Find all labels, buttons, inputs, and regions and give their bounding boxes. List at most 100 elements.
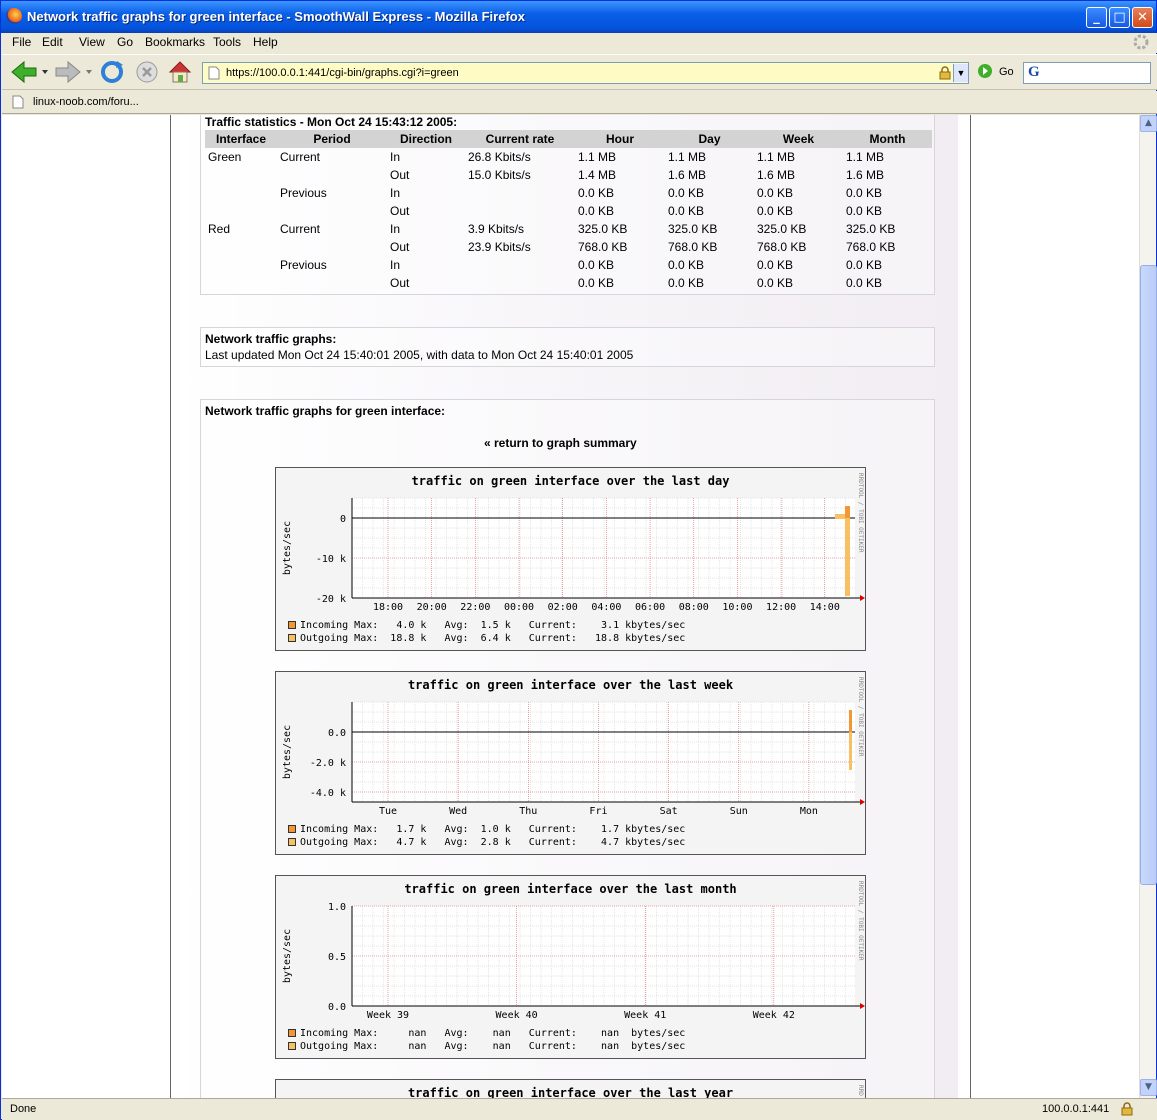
- stats-cell: 1.1 MB: [846, 150, 885, 164]
- scroll-up-icon[interactable]: ▲: [1140, 115, 1157, 132]
- go-button[interactable]: Go: [999, 66, 1014, 78]
- stats-cell: Current: [280, 150, 321, 164]
- window-title: Network traffic graphs for green interfa…: [27, 9, 525, 24]
- stats-cell: [465, 274, 575, 292]
- legend-text: Incoming Max: 4.0 k Avg: 1.5 k Current: …: [300, 620, 686, 631]
- stats-header-current-rate: Current rate: [465, 130, 575, 148]
- y-tick-label: 1.0: [328, 902, 346, 913]
- stats-header-hour: Hour: [575, 130, 665, 148]
- back-button[interactable]: [10, 59, 50, 85]
- stats-cell: 0.0 KB: [757, 276, 794, 290]
- stats-cell: [465, 256, 575, 274]
- stats-header-day: Day: [665, 130, 754, 148]
- stats-cell: 0.0 KB: [757, 186, 794, 200]
- menu-go[interactable]: Go: [117, 35, 133, 49]
- stats-cell: 0.0 KB: [846, 204, 883, 218]
- stats-row: Previous In 0.0 KB 0.0 KB 0.0 KB 0.0 KB: [205, 256, 932, 274]
- traffic-graph-2: traffic on green interface over the last…: [275, 875, 866, 1059]
- url-bar[interactable]: https://100.0.0.1:441/cgi-bin/graphs.cgi…: [202, 62, 969, 84]
- x-tick-label: 22:00: [460, 602, 490, 613]
- incoming-area: [849, 710, 852, 732]
- scroll-thumb[interactable]: [1140, 265, 1157, 885]
- browser-window: Network traffic graphs for green interfa…: [0, 0, 1157, 1120]
- return-to-summary-link[interactable]: « return to graph summary: [484, 436, 637, 450]
- stats-cell: 325.0 KB: [668, 222, 718, 236]
- y-tick-label: 0.5: [328, 952, 346, 963]
- menu-tools[interactable]: Tools: [213, 35, 241, 49]
- stats-cell: 1.1 MB: [668, 150, 707, 164]
- y-tick-label: 0.0: [328, 728, 346, 739]
- secure-lock-icon[interactable]: [1120, 1102, 1134, 1116]
- x-axis-arrow: [860, 595, 865, 601]
- rrdtool-credit: RRD: [857, 1085, 864, 1096]
- stats-cell: Current: [280, 222, 321, 236]
- stats-cell: Out: [390, 276, 410, 290]
- stats-cell: 0.0 KB: [846, 258, 883, 272]
- menu-edit[interactable]: Edit: [42, 35, 63, 49]
- updated-text: Last updated Mon Oct 24 15:40:01 2005, w…: [205, 348, 634, 362]
- outgoing-area: [835, 514, 845, 519]
- stats-cell: 1.4 MB: [578, 168, 617, 182]
- stats-cell: In: [390, 222, 401, 236]
- x-tick-label: 18:00: [373, 602, 403, 613]
- stats-cell: 768.0 KB: [846, 240, 896, 254]
- x-axis-arrow: [860, 1003, 865, 1009]
- stats-cell: Out: [390, 204, 410, 218]
- stats-cell: [465, 184, 575, 202]
- home-icon[interactable]: [167, 59, 193, 85]
- x-tick-label: Sun: [730, 806, 748, 817]
- menu-file[interactable]: File: [12, 35, 31, 49]
- stats-cell: 325.0 KB: [757, 222, 807, 236]
- url-text: https://100.0.0.1:441/cgi-bin/graphs.cgi…: [226, 67, 459, 79]
- menu-help[interactable]: Help: [253, 35, 278, 49]
- google-icon[interactable]: G: [1028, 64, 1040, 81]
- plot-area: [352, 498, 855, 598]
- forward-button[interactable]: [54, 59, 94, 85]
- minimize-button[interactable]: _: [1086, 7, 1107, 28]
- page-icon: [208, 66, 220, 80]
- status-host: 100.0.0.1:441: [1042, 1103, 1110, 1115]
- vertical-scrollbar[interactable]: ▲ ▼: [1139, 115, 1157, 1098]
- stats-cell: 0.0 KB: [578, 258, 615, 272]
- scroll-down-icon[interactable]: ▼: [1140, 1079, 1157, 1096]
- y-axis-label: bytes/sec: [282, 521, 293, 575]
- stats-cell: 325.0 KB: [578, 222, 628, 236]
- y-tick-label: 0.0: [328, 1002, 346, 1013]
- stats-row: Out 0.0 KB 0.0 KB 0.0 KB 0.0 KB: [205, 202, 932, 220]
- reload-icon[interactable]: [99, 59, 125, 85]
- x-tick-label: 02:00: [548, 602, 578, 613]
- bookmarks-toolbar: linux-noob.com/foru...: [2, 91, 1157, 114]
- stats-row: Red Current In 3.9 Kbits/s 325.0 KB 325.0 KB 3…: [205, 220, 932, 238]
- traffic-stats-table: Interface Period Direction Current rate Hour…: [205, 130, 932, 292]
- stats-header-period: Period: [277, 130, 387, 148]
- menu-bar: File Edit View Go Bookmarks Tools Help: [2, 33, 1157, 53]
- close-button[interactable]: ✕: [1132, 7, 1153, 28]
- legend-swatch: [288, 634, 296, 642]
- maximize-button[interactable]: □: [1109, 7, 1130, 28]
- stats-cell: 1.1 MB: [757, 150, 796, 164]
- stats-cell: Out: [390, 168, 410, 182]
- rrdtool-credit: RRDTOOL / TOBI OETIKER: [857, 473, 864, 553]
- x-tick-label: Wed: [449, 806, 467, 817]
- y-tick-label: -4.0 k: [310, 788, 346, 799]
- go-icon[interactable]: [977, 63, 993, 89]
- throbber-icon: [1132, 33, 1150, 54]
- stats-cell: [277, 238, 387, 256]
- menu-view[interactable]: View: [79, 35, 105, 49]
- stats-cell: [205, 166, 277, 184]
- stats-cell: [205, 256, 277, 274]
- search-input[interactable]: G: [1023, 62, 1151, 84]
- bookmark-page-icon: [12, 95, 24, 109]
- menu-bookmarks[interactable]: Bookmarks: [145, 35, 205, 49]
- url-dropdown-icon[interactable]: ▼: [953, 64, 968, 82]
- stats-cell: 0.0 KB: [578, 276, 615, 290]
- stop-icon[interactable]: [134, 59, 160, 85]
- stats-cell: Previous: [280, 258, 327, 272]
- bookmark-item[interactable]: linux-noob.com/foru...: [33, 96, 139, 108]
- legend-incoming: Incoming Max: 1.7 k Avg: 1.0 k Current: …: [288, 824, 685, 835]
- stats-cell: Green: [208, 150, 242, 164]
- lock-icon[interactable]: [938, 66, 952, 80]
- traffic-graph-0: traffic on green interface over the last…: [275, 467, 866, 651]
- status-bar: Done 100.0.0.1:441: [2, 1098, 1157, 1120]
- stats-cell: 0.0 KB: [846, 186, 883, 200]
